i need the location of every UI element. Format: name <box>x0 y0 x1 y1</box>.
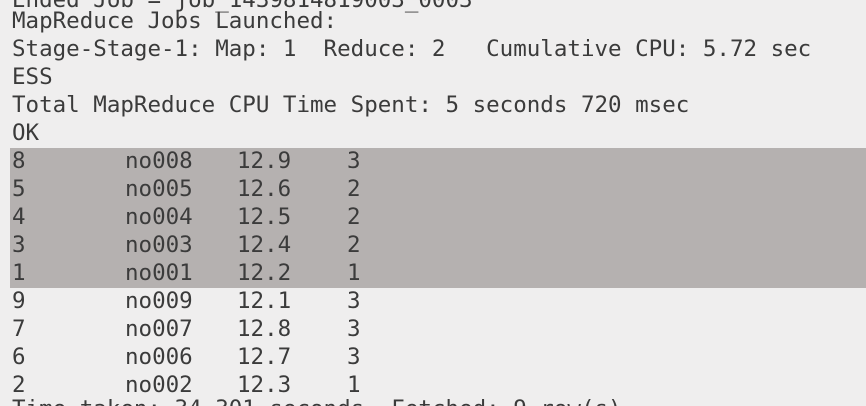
result-row[interactable]: 5 no005 12.6 2 <box>12 175 852 203</box>
row-score: 12.6 <box>237 176 292 202</box>
row-name: no003 <box>125 232 193 258</box>
row-group: 3 <box>347 148 361 174</box>
terminal-line-jobs-launched: MapReduce Jobs Launched: <box>12 8 338 34</box>
result-row[interactable]: 4 no004 12.5 2 <box>12 203 852 231</box>
row-group: 1 <box>347 260 361 286</box>
row-id: 4 <box>12 204 26 230</box>
row-score: 12.1 <box>237 288 292 314</box>
row-group: 2 <box>347 176 361 202</box>
row-score: 12.8 <box>237 316 292 342</box>
result-row[interactable]: 3 no003 12.4 2 <box>12 231 852 259</box>
row-name: no009 <box>125 288 193 314</box>
row-score: 12.7 <box>237 344 292 370</box>
result-row[interactable]: 6 no006 12.7 3 <box>12 343 852 371</box>
row-name: no008 <box>125 148 193 174</box>
row-id: 8 <box>12 148 26 174</box>
terminal-output[interactable]: Ended Job = job_1439814819003_0003 MapRe… <box>0 0 866 406</box>
terminal-line-partial-bottom: Time taken: 34.301 seconds, Fetched: 9 r… <box>12 395 622 406</box>
row-name: no007 <box>125 316 193 342</box>
terminal-line-stage-summary: Stage-Stage-1: Map: 1 Reduce: 2 Cumulati… <box>12 36 812 62</box>
row-group: 3 <box>347 344 361 370</box>
row-score: 12.5 <box>237 204 292 230</box>
row-name: no004 <box>125 204 193 230</box>
row-group: 2 <box>347 204 361 230</box>
row-id: 9 <box>12 288 26 314</box>
terminal-line-total-cpu: Total MapReduce CPU Time Spent: 5 second… <box>12 92 690 118</box>
row-id: 1 <box>12 260 26 286</box>
terminal-line-ok: OK <box>12 120 40 146</box>
result-row[interactable]: 7 no007 12.8 3 <box>12 315 852 343</box>
result-row[interactable]: 8 no008 12.9 3 <box>12 147 852 175</box>
row-score: 12.2 <box>237 260 292 286</box>
row-id: 7 <box>12 316 26 342</box>
row-group: 2 <box>347 232 361 258</box>
terminal-line-ess: ESS <box>12 64 53 90</box>
row-score: 12.9 <box>237 148 292 174</box>
row-id: 5 <box>12 176 26 202</box>
row-group: 3 <box>347 288 361 314</box>
row-name: no006 <box>125 344 193 370</box>
row-score: 12.4 <box>237 232 292 258</box>
result-row[interactable]: 9 no009 12.1 3 <box>12 287 852 315</box>
row-group: 3 <box>347 316 361 342</box>
row-id: 6 <box>12 344 26 370</box>
row-name: no005 <box>125 176 193 202</box>
row-name: no001 <box>125 260 193 286</box>
result-row[interactable]: 1 no001 12.2 1 <box>12 259 852 287</box>
row-id: 3 <box>12 232 26 258</box>
